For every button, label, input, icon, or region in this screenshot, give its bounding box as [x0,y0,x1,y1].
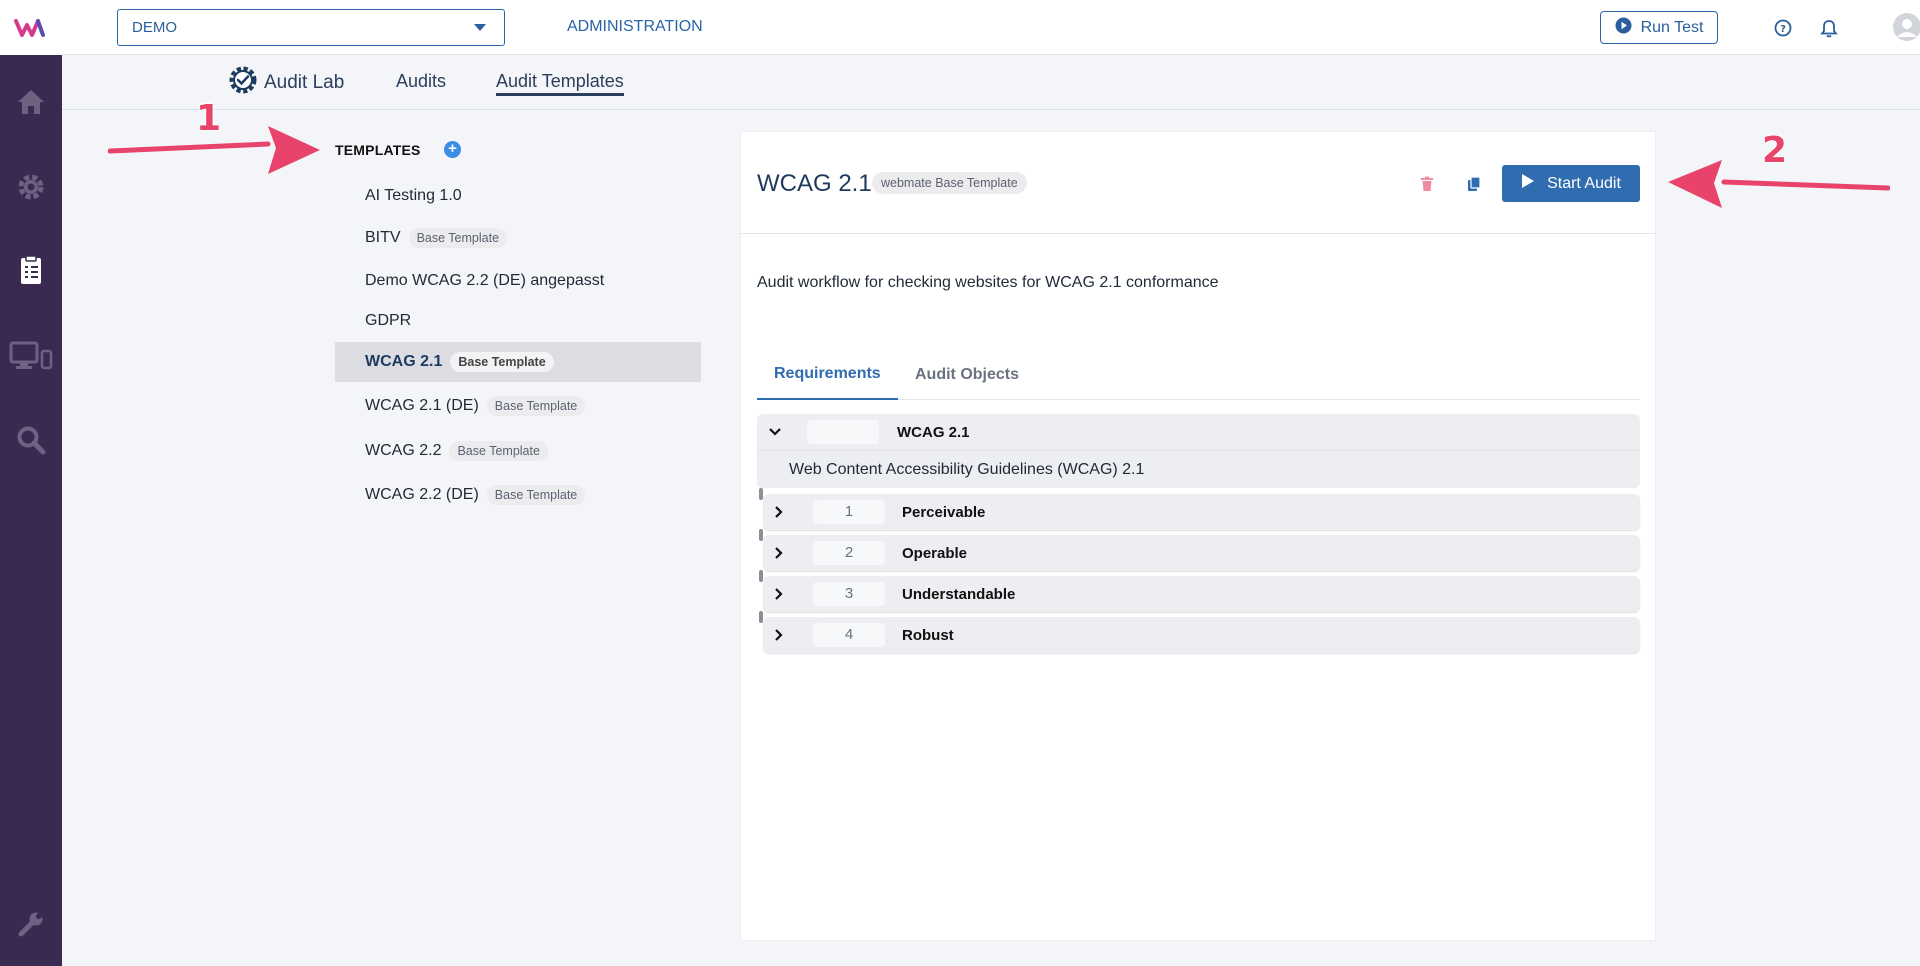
base-template-badge: Base Template [486,396,586,416]
template-name: Demo WCAG 2.2 (DE) angepasst [365,272,605,289]
run-test-button[interactable]: Run Test [1600,11,1718,44]
template-item[interactable]: WCAG 2.2 (DE) Base Template [335,475,701,515]
base-template-badge: Base Template [408,228,508,248]
template-item[interactable]: WCAG 2.2 Base Template [335,431,701,471]
template-type-badge: webmate Base Template [872,172,1027,194]
requirement-root: WCAG 2.1 Web Content Accessibility Guide… [757,414,1640,488]
sub-navigation: Audit Lab Audits Audit Templates [62,55,1920,110]
search-icon[interactable] [11,420,51,460]
template-name: GDPR [365,312,412,329]
requirement-number: 4 [813,623,885,647]
template-name: WCAG 2.2 [365,442,442,459]
svg-text:?: ? [1780,24,1786,35]
administration-link[interactable]: ADMINISTRATION [567,18,703,36]
base-template-badge: Base Template [449,441,548,461]
requirement-title: Understandable [902,586,1016,603]
start-audit-label: Start Audit [1547,174,1621,192]
logo-icon[interactable] [0,0,62,55]
tree-connector [759,611,763,623]
requirement-number: 2 [813,541,885,565]
template-title: WCAG 2.1 [757,170,872,197]
gear-icon[interactable] [11,167,51,207]
template-name: WCAG 2.1 (DE) [365,397,479,414]
wrench-icon[interactable] [11,904,51,944]
tab-audits[interactable]: Audits [396,71,446,92]
devices-icon[interactable] [6,336,56,376]
avatar-icon[interactable] [1892,12,1920,42]
panel-header: WCAG 2.1 webmate Base Template Start Aud… [741,132,1655,234]
project-select-value: DEMO [132,19,177,36]
chevron-down-icon [474,24,486,31]
annotation-arrow-left-icon [1668,160,1890,208]
template-name: BITV [365,229,401,246]
home-icon[interactable] [11,82,51,122]
tree-connector [759,570,763,582]
badge-check-icon [228,65,258,101]
requirement-row[interactable]: 1 Perceivable [759,488,1640,530]
chevron-right-icon[interactable] [769,502,789,522]
requirement-number: 1 [813,500,885,524]
bell-icon[interactable] [1816,15,1842,41]
requirement-root-row[interactable]: WCAG 2.1 [757,414,1640,450]
add-template-button[interactable]: + [444,141,461,158]
requirement-title: Perceivable [902,504,986,521]
requirement-number [807,420,879,444]
tab-audit-templates[interactable]: Audit Templates [496,71,624,96]
template-description: Audit workflow for checking websites for… [757,274,1219,291]
templates-heading: TEMPLATES [335,142,421,158]
annotation-arrow-right-icon [108,126,320,174]
base-template-badge: Base Template [486,485,586,505]
help-icon[interactable]: ? [1770,15,1796,41]
template-item[interactable]: AI Testing 1.0 [335,176,701,216]
requirement-description: Web Content Accessibility Guidelines (WC… [757,450,1640,488]
base-template-badge: Base Template [450,352,554,372]
requirement-title: WCAG 2.1 [897,424,970,441]
tree-connector [759,488,763,500]
template-item[interactable]: WCAG 2.1 (DE) Base Template [335,386,701,426]
clipboard-icon[interactable] [11,250,51,290]
template-item[interactable]: Demo WCAG 2.2 (DE) angepasst [335,261,701,301]
template-name: AI Testing 1.0 [365,187,462,204]
play-circle-icon [1615,17,1632,39]
template-item[interactable]: GDPR [335,301,701,341]
requirement-row[interactable]: 2 Operable [759,529,1640,571]
copy-icon[interactable] [1462,172,1486,196]
trash-icon[interactable] [1415,172,1439,196]
requirement-row[interactable]: 3 Understandable [759,570,1640,612]
top-header: DEMO ADMINISTRATION Run Test ? [62,0,1920,55]
project-select[interactable]: DEMO [117,9,505,46]
audit-lab-brand[interactable]: Audit Lab [228,65,344,101]
tab-audit-objects[interactable]: Audit Objects [915,350,1019,400]
requirement-row[interactable]: 4 Robust [759,611,1640,653]
chevron-right-icon[interactable] [769,625,789,645]
chevron-right-icon[interactable] [769,543,789,563]
template-name: WCAG 2.2 (DE) [365,486,479,503]
requirement-title: Robust [902,627,954,644]
play-icon [1521,173,1535,194]
run-test-label: Run Test [1640,18,1704,36]
requirement-title: Operable [902,545,968,562]
template-detail-panel: WCAG 2.1 webmate Base Template Start Aud… [740,131,1656,941]
template-name: WCAG 2.1 [365,353,443,370]
chevron-down-icon[interactable] [765,422,785,442]
detail-tabs: Requirements Audit Objects [757,350,1640,400]
tree-connector [759,529,763,541]
requirement-number: 3 [813,582,885,606]
left-sidebar [0,0,62,966]
start-audit-button[interactable]: Start Audit [1502,165,1640,202]
tab-requirements[interactable]: Requirements [757,350,898,400]
template-item[interactable]: BITV Base Template [335,218,701,258]
chevron-right-icon[interactable] [769,584,789,604]
template-item-selected[interactable]: WCAG 2.1 Base Template [335,342,701,382]
audit-lab-label: Audit Lab [264,72,345,93]
